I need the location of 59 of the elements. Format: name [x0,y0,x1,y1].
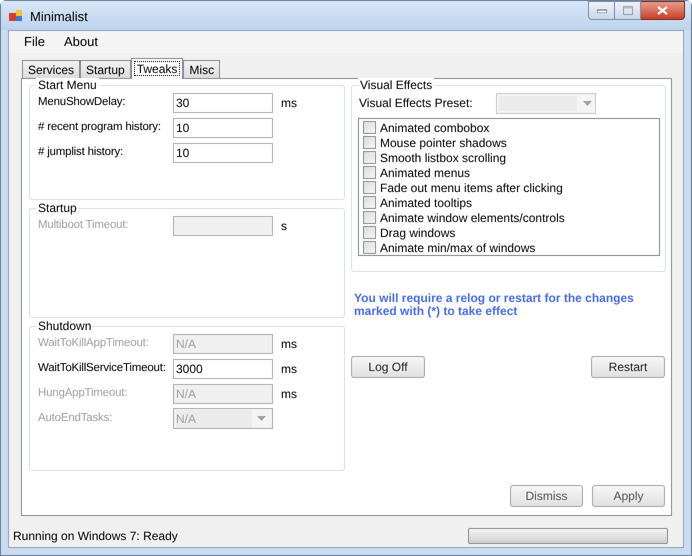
status-text: Running on Windows 7: Ready [13,528,178,545]
checkbox-label: Drag windows [380,224,456,242]
unit-label: ms [281,386,297,402]
group-title: Startup [36,201,79,216]
field-label: Multiboot Timeout: [38,218,130,233]
text-field[interactable]: 10 [173,118,273,138]
checkbox[interactable] [363,226,376,239]
menu-item[interactable]: About [62,32,99,52]
field-label: HungAppTimeout: [38,386,128,401]
close-icon [657,6,668,15]
field-label: # recent program history: [38,120,162,135]
checkbox[interactable] [363,151,376,164]
restart-notice: You will require a relog or restart for the changes marked with (*) to take effect [354,292,635,318]
dropdown-arrow-icon [257,416,266,421]
dialog-button[interactable]: Dismiss [510,485,583,507]
text-field[interactable]: 3000 [173,358,273,378]
checkbox-label: Fade out menu items after clicking [380,180,563,196]
checkbox[interactable] [363,181,376,194]
field-label: Visual Effects Preset: [359,95,474,112]
checkbox[interactable] [363,136,376,149]
checkbox-label: Mouse pointer shadows [380,134,507,152]
action-button[interactable]: Restart [591,356,665,378]
maximize-icon [622,6,632,15]
checkbox[interactable] [363,166,376,179]
field-label: MenuShowDelay: [38,94,126,110]
dropdown-arrow-icon [583,100,592,106]
checkbox[interactable] [363,241,376,254]
action-button[interactable]: Log Off [351,356,425,378]
checkbox-label: Smooth listbox scrolling [380,150,506,166]
tab[interactable]: Startup [80,60,131,78]
tab[interactable]: Tweaks [130,58,184,79]
minimize-icon [596,8,606,12]
close-button[interactable] [641,1,685,20]
checkbox-label: Animated tooltips [380,194,472,212]
unit-label: ms [281,336,297,352]
dialog-button[interactable]: Apply [592,485,665,507]
checkbox[interactable] [363,211,376,224]
text-field[interactable]: 10 [173,142,273,162]
checkbox[interactable] [363,121,376,134]
tab[interactable]: Misc [183,60,220,78]
field-label: AutoEndTasks: [38,410,114,426]
checkbox-label: Animate min/max of windows [380,240,536,256]
unit-label: ms [281,94,297,112]
field-label: # jumplist history: [38,144,124,160]
unit-label: ms [281,360,297,378]
text-field[interactable]: 30 [173,92,273,112]
field-label: WaitToKillServiceTimeout: [38,360,167,376]
app-icon [9,10,23,22]
checkbox-label: Animated combobox [380,120,490,136]
minimize-button[interactable] [588,1,615,20]
checkbox[interactable] [363,196,376,209]
unit-label: s [281,218,287,234]
window-title: Minimalist [30,8,88,26]
menu-item[interactable]: File [23,32,46,52]
tab[interactable]: Services [22,60,80,78]
maximize-button[interactable] [615,1,641,20]
checkbox-label: Animate window elements/controls [380,210,565,226]
field-label: WaitToKillAppTimeout: [38,336,150,351]
checkbox-label: Animated menus [380,164,470,182]
